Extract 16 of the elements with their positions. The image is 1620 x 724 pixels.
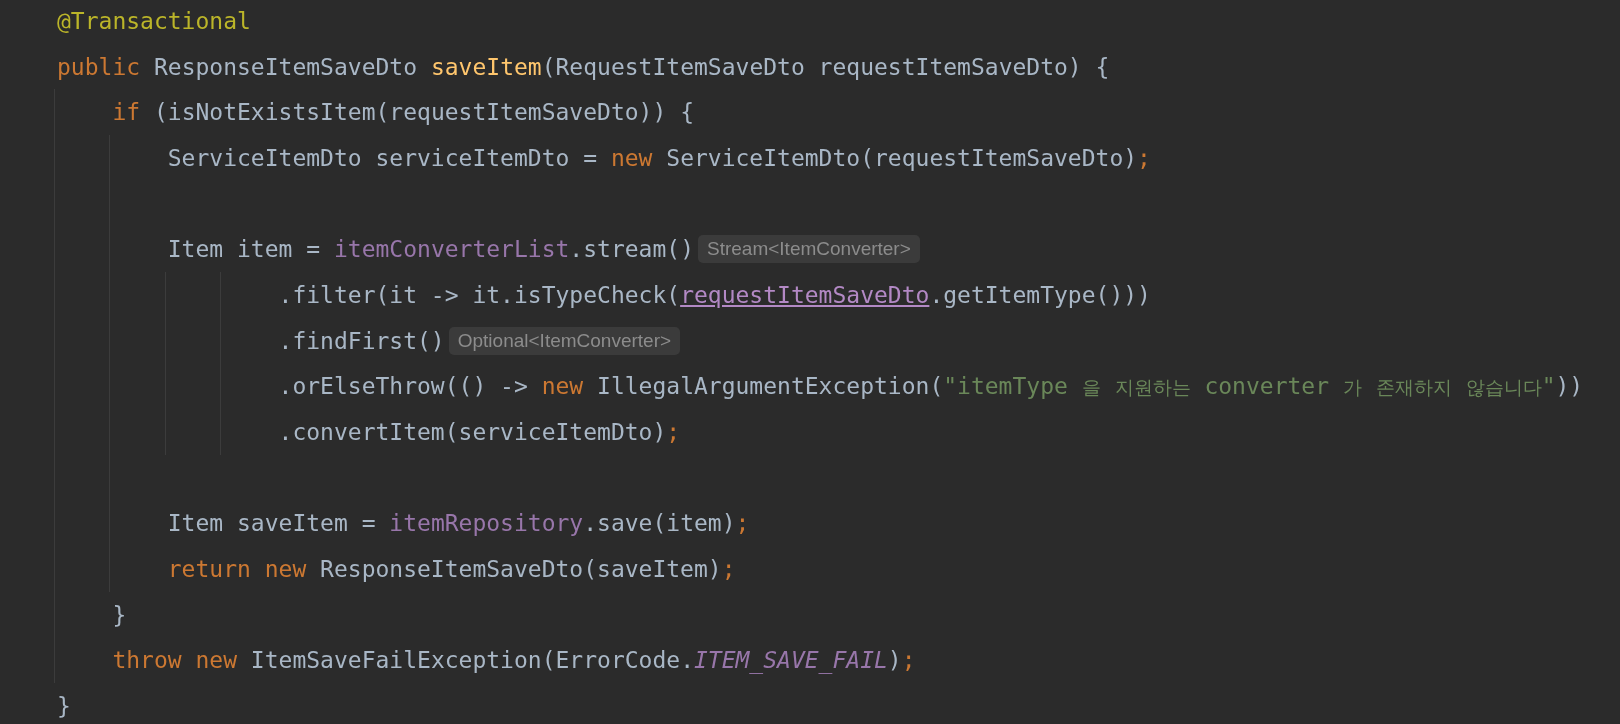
code-line: .filter(it -> it.isTypeCheck(requestItemSaveDto.getItemType())) [277, 280, 1151, 309]
code-line: .findFirst() [277, 326, 445, 355]
code-line: } [57, 692, 71, 721]
code-line: .orElseThrow(() -> new IllegalArgumentException("itemType 을 지원하는 converter 가 존재하지 않습니다")) [277, 371, 1584, 401]
code-line: public ResponseItemSaveDto saveItem(RequestItemSaveDto requestItemSaveDto) { [57, 52, 1110, 81]
code-line: Item item = itemConverterList.stream() [166, 235, 694, 264]
inlay-hint: Stream<ItemConverter> [698, 235, 920, 264]
inlay-hint: Optional<ItemConverter> [448, 326, 681, 355]
code-line: } [111, 600, 127, 629]
code-line: throw new ItemSaveFailException(ErrorCode.ITEM_SAVE_FAIL); [111, 646, 916, 675]
code-line: return new ResponseItemSaveDto(saveItem); [166, 555, 736, 584]
code-line: @Transactional [57, 6, 251, 35]
code-line: ServiceItemDto serviceItemDto = new ServiceItemDto(requestItemSaveDto); [166, 143, 1151, 172]
code-line: Item saveItem = itemRepository.save(item); [166, 509, 750, 538]
code-line: .convertItem(serviceItemDto); [277, 418, 681, 447]
code-line: if (isNotExistsItem(requestItemSaveDto)) { [111, 98, 694, 127]
